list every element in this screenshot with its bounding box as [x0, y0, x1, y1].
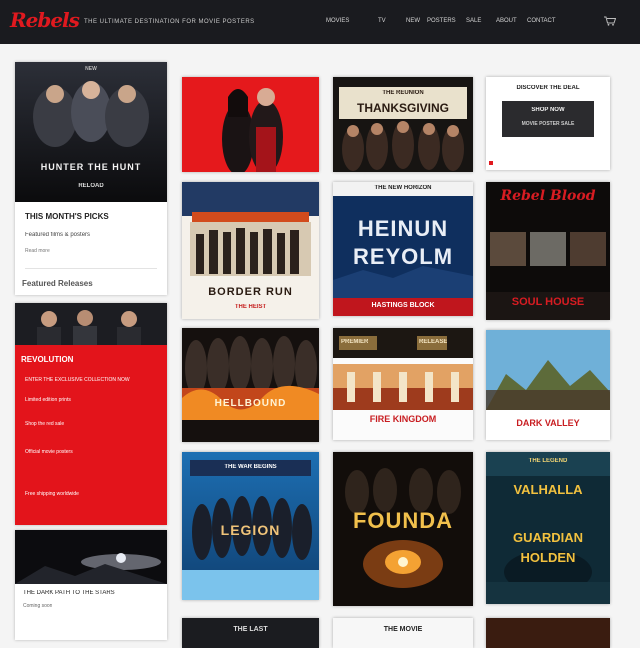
feature-card[interactable]: NEW HUNTER THE HUNT RELOAD THIS MONTH'S … — [15, 62, 167, 295]
poster-art — [182, 328, 319, 442]
nav-item-about[interactable]: ABOUT — [496, 18, 517, 24]
poster-top-text: THE NEW HORIZON — [374, 185, 432, 191]
bottom-card-line-1: THE DARK PATH TO THE STARS — [23, 590, 115, 596]
poster-title-2: REYOLM — [352, 244, 454, 269]
bottom-card-art — [15, 530, 167, 584]
feature-poster-badge: NEW — [85, 66, 97, 72]
poster-title-2: GUARDIAN — [512, 530, 584, 545]
poster-partial-1[interactable]: THE LAST — [182, 618, 319, 648]
promo-line-4: Official movie posters — [25, 449, 73, 455]
section-label: Featured Releases — [22, 279, 93, 288]
poster-palace[interactable]: PREMIER RELEASE FIRE KINGDOM — [333, 328, 473, 440]
poster-bottom-text: SOUL HOUSE — [511, 296, 585, 308]
poster-title: THE LAST — [233, 626, 268, 633]
poster-title: THE MOVIE — [383, 626, 423, 633]
poster-heinun[interactable]: THE NEW HORIZON HEINUN REYOLM HASTINGS B… — [333, 182, 473, 316]
promo-line-1: ENTER THE EXCLUSIVE COLLECTION NOW — [25, 377, 130, 383]
poster-yellow[interactable]: THE LEGEND VALHALLA GUARDIAN HOLDEN — [486, 452, 610, 604]
poster-title-1: HEINUN — [357, 216, 449, 241]
poster-title: HELLBOUND — [214, 398, 287, 409]
poster-title: BORDER RUN — [208, 286, 293, 298]
poster-title: DARK VALLEY — [516, 418, 580, 428]
poster-fountain[interactable]: FOUNDA — [333, 452, 473, 606]
feature-poster-art — [15, 62, 167, 202]
site-tagline: THE ULTIMATE DESTINATION FOR MOVIE POSTE… — [84, 19, 255, 25]
promo-card[interactable]: REVOLUTION ENTER THE EXCLUSIVE COLLECTIO… — [15, 303, 167, 525]
poster-gas-station[interactable]: BORDER RUN THE HEIST — [182, 182, 319, 319]
top-navigation-bar: Rebels THE ULTIMATE DESTINATION FOR MOVI… — [0, 0, 640, 44]
poster-title: Rebel Blood — [500, 188, 596, 204]
promo-line-2: Limited edition prints — [25, 397, 71, 403]
poster-title-3: HOLDEN — [520, 550, 576, 565]
poster-bottom-text: HASTINGS BLOCK — [371, 302, 435, 309]
poster-line-1: DISCOVER THE DEAL — [516, 85, 580, 91]
poster-white-box[interactable]: DISCOVER THE DEAL SHOP NOW MOVIE POSTER … — [486, 77, 610, 170]
poster-art — [182, 77, 319, 172]
nav-item-movies[interactable]: MOVIES — [326, 18, 349, 24]
poster-fire-crowd[interactable]: HELLBOUND — [182, 328, 319, 442]
poster-cast-banner[interactable]: THE REUNION THANKSGIVING — [333, 77, 473, 172]
poster-mountain[interactable]: DARK VALLEY — [486, 330, 610, 440]
nav-item-new[interactable]: NEW — [406, 18, 420, 24]
nav-item-sale[interactable]: SALE — [466, 18, 481, 24]
feature-poster-headline: HUNTER THE HUNT — [40, 162, 142, 172]
poster-partial-2[interactable]: THE MOVIE — [333, 618, 473, 648]
poster-line-2: SHOP NOW — [531, 107, 565, 113]
poster-chip-2: RELEASE — [419, 339, 448, 345]
poster-title: FOUNDA — [352, 508, 454, 533]
feature-card-subtitle: Featured films & posters — [25, 232, 91, 238]
poster-label: THE WAR BEGINS — [224, 464, 277, 470]
feature-card-title: THIS MONTH'S PICKS — [25, 212, 109, 221]
cart-icon[interactable] — [604, 16, 616, 26]
poster-top-text: THE LEGEND — [528, 458, 568, 464]
poster-title-1: VALHALLA — [513, 482, 583, 497]
nav-item-tv[interactable]: TV — [378, 18, 386, 24]
poster-art — [486, 452, 610, 604]
promo-headline: REVOLUTION — [21, 355, 74, 364]
promo-line-5: Free shipping worldwide — [25, 491, 79, 497]
feature-card-meta[interactable]: Read more — [25, 248, 50, 254]
feature-poster[interactable]: NEW HUNTER THE HUNT RELOAD — [15, 62, 167, 202]
poster-script[interactable]: Rebel Blood SOUL HOUSE — [486, 182, 610, 320]
nav-item-contact[interactable]: CONTACT — [527, 18, 556, 24]
poster-red-duo[interactable] — [182, 77, 319, 172]
poster-art — [182, 182, 319, 319]
bottom-card[interactable]: THE DARK PATH TO THE STARS Coming soon — [15, 530, 167, 640]
poster-line-3: MOVIE POSTER SALE — [521, 121, 575, 127]
poster-title: THANKSGIVING — [356, 101, 449, 115]
poster-chip-1: PREMIER — [341, 339, 369, 345]
promo-banner-art — [15, 303, 167, 345]
bottom-card-line-2: Coming soon — [23, 603, 53, 609]
site-logo[interactable]: Rebels — [10, 8, 80, 32]
nav-item-posters[interactable]: POSTERS — [427, 18, 456, 24]
poster-title: FIRE KINGDOM — [369, 414, 437, 424]
poster-partial-3[interactable] — [486, 618, 610, 648]
divider — [25, 268, 157, 269]
poster-blue-army[interactable]: THE WAR BEGINS LEGION — [182, 452, 319, 600]
feature-poster-sub: RELOAD — [78, 183, 104, 189]
poster-top-text: THE REUNION — [382, 90, 424, 96]
promo-line-3: Shop the red sale — [25, 421, 65, 427]
poster-subtitle: THE HEIST — [234, 304, 267, 310]
poster-title: LEGION — [220, 522, 281, 538]
